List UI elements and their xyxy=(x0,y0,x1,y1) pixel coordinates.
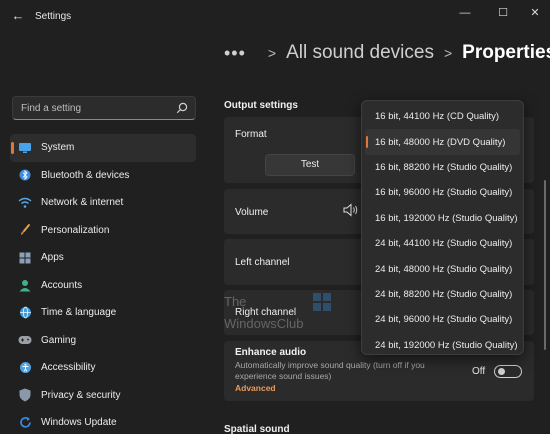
breadcrumb: ••• > All sound devices > Properties xyxy=(224,38,550,68)
accounts-icon xyxy=(18,278,32,292)
format-dropdown-list: 16 bit, 44100 Hz (CD Quality) 16 bit, 48… xyxy=(361,100,524,355)
dropdown-option[interactable]: 24 bit, 88200 Hz (Studio Quality) xyxy=(365,282,520,307)
dropdown-option[interactable]: 24 bit, 44100 Hz (Studio Quality) xyxy=(365,231,520,256)
gaming-icon xyxy=(18,333,32,347)
sidebar-item-time-language[interactable]: Time & language xyxy=(10,299,196,327)
windows-logo-icon xyxy=(313,293,331,311)
dropdown-option[interactable]: 24 bit, 192000 Hz (Studio Quality) xyxy=(365,333,520,358)
maximize-icon: ☐ xyxy=(498,7,508,19)
sidebar-item-system[interactable]: System xyxy=(10,134,196,162)
brush-icon xyxy=(18,223,32,237)
format-label: Format xyxy=(235,129,267,140)
watermark-line2: WindowsClub xyxy=(224,316,304,331)
close-icon: ✕ xyxy=(530,7,540,19)
speaker-icon[interactable] xyxy=(343,203,359,217)
sidebar-item-accounts[interactable]: Accounts xyxy=(10,272,196,300)
close-button[interactable]: ✕ xyxy=(522,4,548,22)
dropdown-option[interactable]: 24 bit, 96000 Hz (Studio Quality) xyxy=(365,307,520,332)
dropdown-option[interactable]: 16 bit, 192000 Hz (Studio Quality) xyxy=(365,206,520,231)
test-button[interactable]: Test xyxy=(265,154,355,176)
minimize-button[interactable]: — xyxy=(452,4,478,22)
spatial-sound-heading: Spatial sound xyxy=(224,424,290,434)
chevron-right-icon: > xyxy=(443,45,453,61)
page-title: Properties xyxy=(462,42,550,63)
sidebar-item-label: Gaming xyxy=(41,334,77,346)
sidebar-nav: System Bluetooth & devices Network & int… xyxy=(10,134,196,434)
sidebar-item-label: Network & internet xyxy=(41,197,124,209)
sidebar-item-bluetooth[interactable]: Bluetooth & devices xyxy=(10,162,196,190)
globe-icon xyxy=(18,306,32,320)
back-button[interactable]: ← xyxy=(10,8,26,24)
toggle-knob xyxy=(498,368,505,375)
sidebar-item-personalization[interactable]: Personalization xyxy=(10,217,196,245)
shield-icon xyxy=(18,388,32,402)
sidebar-item-privacy-security[interactable]: Privacy & security xyxy=(10,382,196,410)
breadcrumb-overflow-button[interactable]: ••• xyxy=(224,43,246,64)
search-placeholder: Find a setting xyxy=(21,103,82,114)
sidebar-item-label: Windows Update xyxy=(41,417,117,429)
dropdown-option-selected[interactable]: 16 bit, 48000 Hz (DVD Quality) xyxy=(365,129,520,155)
dropdown-option[interactable]: 16 bit, 44100 Hz (CD Quality) xyxy=(365,104,520,129)
wifi-icon xyxy=(18,196,32,210)
advanced-link[interactable]: Advanced xyxy=(235,383,276,393)
sidebar-item-label: Privacy & security xyxy=(41,389,121,401)
sidebar-item-label: Personalization xyxy=(41,224,110,236)
enhance-audio-toggle[interactable] xyxy=(494,365,522,378)
sidebar-item-network[interactable]: Network & internet xyxy=(10,189,196,217)
breadcrumb-all-sound-devices[interactable]: All sound devices xyxy=(286,42,434,64)
watermark-line1: The xyxy=(224,294,247,309)
output-settings-heading: Output settings xyxy=(224,100,298,111)
watermark-logo: The WindowsClub xyxy=(224,292,344,336)
dropdown-option[interactable]: 24 bit, 48000 Hz (Studio Quality) xyxy=(365,256,520,281)
sidebar-item-label: Accounts xyxy=(41,279,83,291)
system-icon xyxy=(18,141,32,155)
maximize-button[interactable]: ☐ xyxy=(490,4,516,22)
sidebar-item-label: Apps xyxy=(41,252,64,264)
back-arrow-icon: ← xyxy=(11,8,25,23)
sidebar-item-label: Bluetooth & devices xyxy=(41,169,130,181)
accessibility-icon xyxy=(18,361,32,375)
enhance-audio-title: Enhance audio xyxy=(235,347,307,358)
enhance-audio-description: Automatically improve sound quality (tur… xyxy=(235,360,425,381)
sidebar-item-windows-update[interactable]: Windows Update xyxy=(10,409,196,434)
scrollbar[interactable] xyxy=(544,180,546,350)
sidebar-item-label: Time & language xyxy=(41,307,117,319)
sidebar-item-gaming[interactable]: Gaming xyxy=(10,327,196,355)
sidebar-item-label: System xyxy=(41,142,75,154)
chevron-right-icon: > xyxy=(267,45,277,61)
search-icon xyxy=(176,102,188,114)
update-icon xyxy=(18,416,32,430)
sidebar-item-label: Accessibility xyxy=(41,362,96,374)
app-title: Settings xyxy=(35,11,72,22)
apps-icon xyxy=(18,251,32,265)
title-bar: ← Settings — ☐ ✕ xyxy=(0,0,550,34)
minimize-icon: — xyxy=(459,7,471,19)
sidebar-item-accessibility[interactable]: Accessibility xyxy=(10,354,196,382)
sidebar-item-apps[interactable]: Apps xyxy=(10,244,196,272)
volume-label: Volume xyxy=(235,207,269,218)
dropdown-option[interactable]: 16 bit, 88200 Hz (Studio Quality) xyxy=(365,155,520,180)
search-input[interactable]: Find a setting xyxy=(12,96,196,120)
left-channel-label: Left channel xyxy=(235,257,290,268)
toggle-state-label: Off xyxy=(472,366,486,377)
dropdown-option[interactable]: 16 bit, 96000 Hz (Studio Quality) xyxy=(365,180,520,205)
bluetooth-icon xyxy=(18,168,32,182)
